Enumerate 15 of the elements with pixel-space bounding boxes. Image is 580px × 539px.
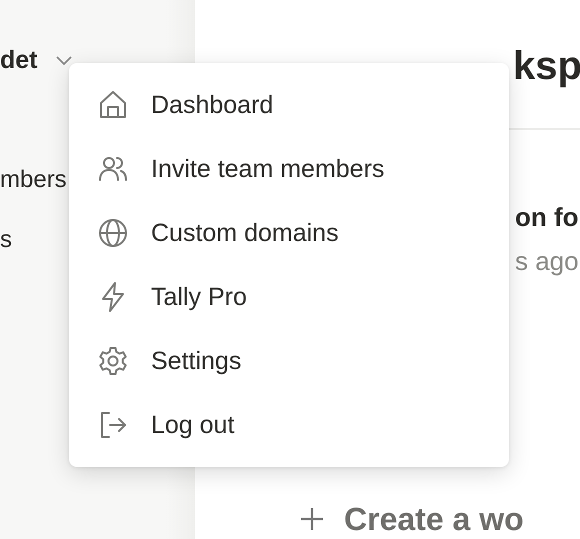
menu-item[interactable]: Tally Pro <box>69 265 509 329</box>
form-title[interactable]: on fo <box>515 202 579 232</box>
menu-item[interactable]: Log out <box>69 393 509 457</box>
globe-icon <box>97 217 129 249</box>
menu-item[interactable]: Dashboard <box>69 73 509 137</box>
create-workspace-button[interactable]: Create a wo <box>300 501 524 537</box>
settings-icon <box>97 345 129 377</box>
workspace-name[interactable]: det <box>0 46 38 74</box>
menu-item[interactable]: Settings <box>69 329 509 393</box>
chevron-down-icon[interactable] <box>56 56 72 66</box>
plus-icon <box>300 507 324 531</box>
form-time: s ago <box>515 246 579 276</box>
menu-item[interactable]: Invite team members <box>69 137 509 201</box>
home-icon <box>97 89 129 121</box>
menu-item[interactable]: Custom domains <box>69 201 509 265</box>
